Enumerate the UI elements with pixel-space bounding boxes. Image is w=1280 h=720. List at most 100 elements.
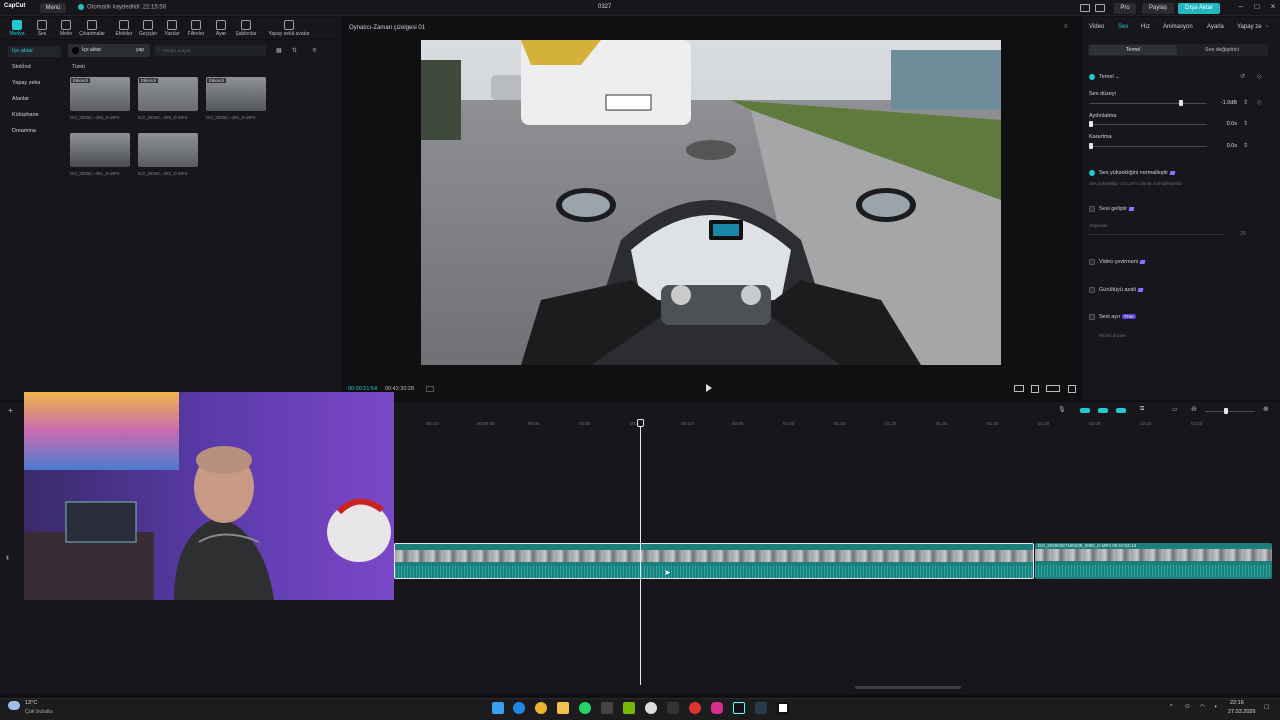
- tool-ai-avatar[interactable]: Yapay zekâ avatar: [268, 20, 310, 37]
- volume-keyframe-icon[interactable]: ◇: [1257, 99, 1262, 106]
- volume-slider-knob[interactable]: [1179, 100, 1184, 106]
- media-thumbnail[interactable]: Eklendi: [206, 77, 266, 111]
- close-icon[interactable]: ×: [1266, 2, 1280, 14]
- clock-time[interactable]: 22:16: [1230, 700, 1244, 706]
- fullscreen-icon[interactable]: [1068, 385, 1076, 393]
- tool-captions[interactable]: Yazılar: [159, 20, 185, 37]
- tool-audio[interactable]: Ses: [29, 20, 55, 37]
- inspector-tab-3[interactable]: Animasyon: [1163, 24, 1193, 30]
- sidebar-item-1[interactable]: Stokİnd: [8, 62, 61, 73]
- noise-toggle[interactable]: [1089, 287, 1095, 293]
- filter-icon[interactable]: ⚟: [312, 47, 317, 54]
- fadein-value[interactable]: 0.0s: [1217, 121, 1237, 127]
- layout-icon[interactable]: [1080, 4, 1090, 12]
- tool-transitions[interactable]: Geçişler: [135, 20, 161, 37]
- maximize-icon[interactable]: □: [1250, 2, 1264, 14]
- sidebar-item-0[interactable]: İçe aktar: [8, 46, 61, 57]
- fadeout-stepper-icon[interactable]: ⇕: [1243, 142, 1248, 149]
- volume-icon[interactable]: ◖: [1214, 704, 1217, 710]
- shortcut-icon[interactable]: [1095, 4, 1105, 12]
- clock-date[interactable]: 27.03.2026: [1228, 709, 1256, 715]
- fadeout-slider[interactable]: [1089, 146, 1207, 147]
- pro-button[interactable]: Pro: [1114, 3, 1136, 14]
- playhead-handle[interactable]: [637, 419, 644, 427]
- grid-view-icon[interactable]: ▦: [276, 47, 282, 54]
- tool-sticker[interactable]: Çıkartmalar: [79, 20, 105, 37]
- zoom-in-icon[interactable]: ⊕: [1263, 405, 1269, 413]
- player-menu-icon[interactable]: ≡: [1064, 24, 1068, 30]
- search-input[interactable]: ○ Medya arayın: [154, 45, 266, 56]
- microphone-icon[interactable]: 🎙: [1058, 406, 1066, 413]
- fadein-slider-knob[interactable]: [1089, 121, 1093, 127]
- import-button[interactable]: İçe aktar yap: [68, 44, 150, 57]
- split-icon[interactable]: ⧉: [1140, 406, 1144, 413]
- preview-axis-icon[interactable]: [1116, 408, 1126, 413]
- instagram-icon[interactable]: [711, 702, 723, 714]
- nvidia-icon[interactable]: [623, 702, 635, 714]
- tool-filters[interactable]: Filtreler: [183, 20, 209, 37]
- timeline-fit-icon[interactable]: ▭: [1172, 406, 1178, 413]
- tab-basic[interactable]: Temel: [1089, 45, 1177, 55]
- tool-effects[interactable]: Efektler: [111, 20, 137, 37]
- file-explorer-icon[interactable]: [557, 702, 569, 714]
- sort-icon[interactable]: ⇅: [292, 47, 297, 54]
- fadeout-slider-knob[interactable]: [1089, 143, 1093, 149]
- inspector-tab-1[interactable]: Ses: [1118, 24, 1128, 30]
- sidebar-item-3[interactable]: Alanlar: [8, 94, 61, 105]
- basic-toggle[interactable]: [1089, 74, 1095, 80]
- wifi-icon[interactable]: ◠: [1200, 704, 1205, 710]
- separate-toggle[interactable]: [1089, 314, 1095, 320]
- timeline-clip[interactable]: [1035, 543, 1272, 579]
- sidebar-item-5[interactable]: Dreamina: [8, 126, 61, 137]
- media-thumbnail[interactable]: Eklendi: [138, 77, 198, 111]
- chrome-icon[interactable]: [535, 702, 547, 714]
- time-ruler[interactable]: 00:4:0 00:50:00 00:00 00:50 00:30 00:4:0 00:50…: [394, 419, 1280, 429]
- zoom-out-icon[interactable]: ⊖: [1191, 405, 1197, 413]
- aspect-ratio-icon[interactable]: [1014, 385, 1024, 392]
- inspector-tab-4[interactable]: Ayarla: [1207, 24, 1224, 30]
- media-thumbnail[interactable]: [70, 133, 130, 167]
- timeline-scrollbar[interactable]: [855, 686, 961, 689]
- tool-text[interactable]: Metin: [53, 20, 79, 37]
- keyframe-icon[interactable]: ◇: [1257, 73, 1262, 80]
- share-button[interactable]: Paylaş: [1142, 3, 1174, 14]
- obs-icon[interactable]: [689, 702, 701, 714]
- export-button[interactable]: Dışa Aktar: [1178, 3, 1220, 14]
- reset-icon[interactable]: ↺: [1240, 73, 1245, 80]
- fadein-slider[interactable]: [1089, 124, 1207, 125]
- tab-voice-changer[interactable]: Ses değiştirici: [1178, 45, 1266, 55]
- network-icon[interactable]: ⚇: [1185, 704, 1190, 710]
- start-icon[interactable]: [492, 702, 504, 714]
- app-circle-icon[interactable]: [645, 702, 657, 714]
- edge-icon[interactable]: [513, 702, 525, 714]
- inspector-tab-0[interactable]: Video: [1089, 24, 1104, 30]
- notification-icon[interactable]: ▢: [1264, 704, 1269, 710]
- track-lock-icon[interactable]: ▮: [6, 555, 9, 561]
- add-track-icon[interactable]: +: [8, 406, 13, 415]
- inspector-tab-5[interactable]: Yapay ze: [1237, 24, 1262, 30]
- sidebar-item-4[interactable]: Kütüphane: [8, 110, 61, 121]
- sidebar-item-2[interactable]: Yapay zeka: [8, 78, 61, 89]
- play-icon[interactable]: [706, 384, 712, 392]
- tiktok-icon[interactable]: [733, 702, 745, 714]
- quality-icon[interactable]: [1046, 385, 1060, 392]
- tool-media[interactable]: Medya: [4, 20, 30, 37]
- tray-chevron-icon[interactable]: ^: [1170, 704, 1173, 710]
- app-window-icon[interactable]: [755, 702, 767, 714]
- zoom-fit-icon[interactable]: [1031, 385, 1039, 393]
- fadeout-value[interactable]: 0.0s: [1217, 143, 1237, 149]
- enhance-toggle[interactable]: [1089, 206, 1095, 212]
- timeline-zoom-knob[interactable]: [1224, 408, 1228, 414]
- volume-slider[interactable]: [1089, 103, 1207, 104]
- link-icon[interactable]: [1098, 408, 1108, 413]
- app-icon[interactable]: [601, 702, 613, 714]
- app-g-icon[interactable]: [667, 702, 679, 714]
- minimize-icon[interactable]: –: [1234, 2, 1248, 14]
- volume-value[interactable]: -1.0dB: [1217, 100, 1237, 106]
- media-thumbnail[interactable]: Eklendi: [70, 77, 130, 111]
- inspector-tab-2[interactable]: Hız: [1141, 24, 1150, 30]
- tabs-more-icon[interactable]: ›: [1266, 24, 1268, 30]
- whatsapp-icon[interactable]: [579, 702, 591, 714]
- video-preview[interactable]: [421, 40, 1001, 365]
- menu-button[interactable]: Menü: [40, 3, 66, 13]
